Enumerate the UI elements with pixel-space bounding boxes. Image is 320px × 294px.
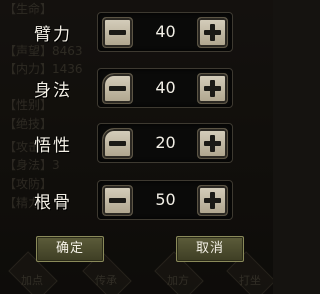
stat-row-comprehension: 悟性 20 [0, 123, 273, 163]
stat-value: 40 [155, 78, 176, 97]
stat-row-constitution: 根骨 50 [0, 180, 273, 220]
stat-value: 50 [155, 190, 176, 209]
decrease-button[interactable] [102, 185, 133, 216]
decrease-button[interactable] [102, 17, 133, 48]
stat-stepper: 40 [97, 68, 233, 108]
increase-button[interactable] [197, 128, 228, 159]
stat-stepper: 20 [97, 123, 233, 163]
confirm-button[interactable]: 确定 [36, 236, 104, 262]
minus-icon [109, 198, 126, 203]
stat-stepper: 50 [97, 180, 233, 220]
minus-icon [109, 141, 126, 146]
plus-icon [204, 135, 221, 152]
stat-row-agility: 身法 40 [0, 68, 273, 108]
stat-value: 40 [155, 22, 176, 41]
stat-row-strength: 臂力 40 [0, 12, 273, 52]
stat-label: 臂力 [34, 25, 72, 45]
increase-button[interactable] [197, 17, 228, 48]
increase-button[interactable] [197, 185, 228, 216]
stat-label: 身法 [34, 81, 72, 101]
increase-button[interactable] [197, 73, 228, 104]
plus-icon [204, 192, 221, 209]
minus-icon [109, 86, 126, 91]
plus-icon [204, 80, 221, 97]
decrease-button[interactable] [102, 73, 133, 104]
decrease-button[interactable] [102, 128, 133, 159]
stat-value: 20 [155, 133, 176, 152]
stat-label: 根骨 [34, 193, 72, 213]
cancel-button[interactable]: 取消 [176, 236, 244, 262]
stat-stepper: 40 [97, 12, 233, 52]
minus-icon [109, 30, 126, 35]
plus-icon [204, 24, 221, 41]
game-screen: 【生命】 【声望】8463 【内力】1436 【性别】 【绝技】 【攻击】 【身… [0, 0, 273, 294]
attribute-dialog: 臂力 40 身法 40 悟性 20 根骨 50 确定 取消 [0, 0, 273, 294]
stat-label: 悟性 [34, 136, 72, 156]
